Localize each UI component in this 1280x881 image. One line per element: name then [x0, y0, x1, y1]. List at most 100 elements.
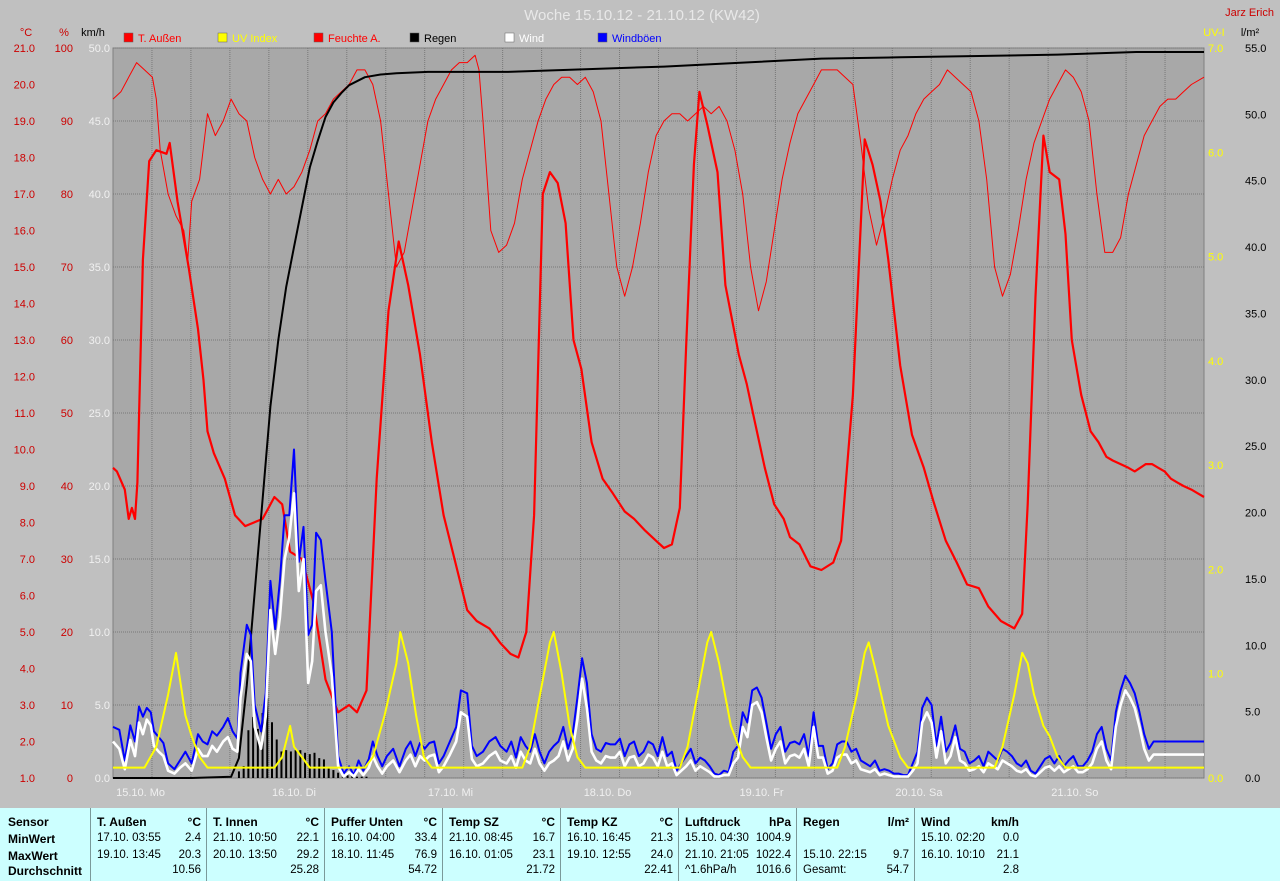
stats-cell-time: 16.10. 01:05 — [449, 849, 513, 861]
wind-tick-label: 5.0 — [95, 700, 110, 712]
stats-column: Regen l/m² 15.10. 22:15 9.7 Gesamt: 54.7 — [796, 808, 915, 881]
weather-chart: 21.0 20.0 19.0 18.0 17.0 16.0 15.0 14.0 13.0 12.0… — [0, 0, 1280, 808]
wind-tick-label: 45.0 — [89, 116, 110, 128]
temp-tick-label: 4.0 — [20, 664, 35, 676]
chart-title: Woche 15.10.12 - 21.10.12 (KW42) — [524, 7, 760, 24]
humidity-tick-label: 40 — [61, 481, 73, 493]
stats-column-unit: °C — [423, 815, 437, 829]
temp-tick-label: 20.0 — [14, 80, 35, 92]
uv-tick-label: 2.0 — [1208, 564, 1223, 576]
legend-label: Windböen — [612, 33, 662, 45]
wind-tick-label: 40.0 — [89, 189, 110, 201]
rain-tick-label: 30.0 — [1245, 375, 1266, 387]
temp-tick-label: 10.0 — [14, 445, 35, 457]
legend-swatch — [313, 32, 324, 43]
stats-cell-value: 24.0 — [650, 849, 673, 861]
stats-column-header: Temp KZ — [567, 815, 618, 829]
row-label-max: MaxWert — [8, 849, 58, 863]
humidity-tick-label: 50 — [61, 408, 73, 420]
wind-tick-label: 15.0 — [89, 554, 110, 566]
legend-label: Wind — [519, 33, 544, 45]
uv-axis-unit: UV-I — [1203, 27, 1224, 39]
temp-tick-label: 2.0 — [20, 737, 35, 749]
x-tick-label: 17.10. Mi — [428, 787, 473, 799]
stats-cell-value: 22.1 — [296, 832, 319, 844]
stats-column-header: T. Innen — [213, 815, 258, 829]
stats-cell-value: 21.1 — [996, 849, 1019, 861]
x-tick-label: 19.10. Fr — [740, 787, 784, 799]
rain-tick-label: 15.0 — [1245, 574, 1266, 586]
uv-tick-label: 4.0 — [1208, 356, 1223, 368]
stats-cell-value: 0.0 — [1003, 832, 1019, 844]
stats-cell-value: 54.72 — [408, 864, 437, 876]
humidity-tick-label: 100 — [55, 43, 73, 55]
stats-cell-value: 2.4 — [185, 832, 201, 844]
row-label-avg: Durchschnitt — [8, 864, 83, 878]
temp-tick-label: 1.0 — [20, 773, 35, 785]
stats-cell-value: 1022.4 — [755, 849, 791, 861]
stats-cell-value: 33.4 — [414, 832, 437, 844]
stats-cell-time: 15.10. 02:20 — [921, 832, 985, 844]
temp-tick-label: 21.0 — [14, 43, 35, 55]
legend-label: Regen — [424, 33, 456, 45]
legend-swatch — [217, 32, 228, 43]
stats-column-header: Regen — [803, 815, 840, 829]
temp-tick-label: 17.0 — [14, 189, 35, 201]
rain-tick-label: 55.0 — [1245, 43, 1266, 55]
temp-tick-label: 5.0 — [20, 627, 35, 639]
stats-cell-value: 16.7 — [532, 832, 555, 844]
stats-cell-time: ^1.6hPa/h — [685, 864, 737, 876]
stats-cell-value: 76.9 — [414, 849, 437, 861]
stats-cell-value: 20.3 — [178, 849, 201, 861]
wind-tick-label: 10.0 — [89, 627, 110, 639]
stats-cell-time: 20.10. 13:50 — [213, 849, 277, 861]
stats-column: Temp KZ °C 16.10. 16:45 21.3 19.10. 12:55 24.… — [560, 808, 679, 881]
rain-tick-label: 20.0 — [1245, 508, 1266, 520]
wind-tick-label: 20.0 — [89, 481, 110, 493]
humidity-tick-label: 0 — [67, 773, 73, 785]
temp-tick-label: 6.0 — [20, 591, 35, 603]
rain-tick-label: 50.0 — [1245, 109, 1266, 121]
stats-cell-time: 16.10. 04:00 — [331, 832, 395, 844]
temp-tick-label: 7.0 — [20, 554, 35, 566]
wind-axis-unit: km/h — [81, 27, 105, 39]
stats-cell-value: 10.56 — [172, 864, 201, 876]
stats-cell-value: 2.8 — [1003, 864, 1019, 876]
legend-swatch — [504, 32, 515, 43]
legend-label: UV Index — [232, 33, 278, 45]
stats-cell-time: 15.10. 04:30 — [685, 832, 749, 844]
temp-tick-label: 11.0 — [14, 408, 35, 420]
humidity-tick-label: 10 — [61, 700, 73, 712]
stats-cell-value: 21.3 — [650, 832, 673, 844]
temp-tick-label: 15.0 — [14, 262, 35, 274]
humidity-tick-label: 30 — [61, 554, 73, 566]
wind-tick-label: 35.0 — [89, 262, 110, 274]
stats-column-header: Luftdruck — [685, 815, 741, 829]
uv-tick-label: 5.0 — [1208, 252, 1223, 264]
humidity-tick-label: 90 — [61, 116, 73, 128]
stats-cell-time: 21.10. 21:05 — [685, 849, 749, 861]
rain-tick-label: 25.0 — [1245, 441, 1266, 453]
temp-tick-label: 8.0 — [20, 518, 35, 530]
stats-panel: Sensor MinWert MaxWert Durchschnitt T. A… — [0, 808, 1280, 881]
stats-cell-time: 15.10. 22:15 — [803, 849, 867, 861]
stats-cell-value: 1016.6 — [755, 864, 791, 876]
x-tick-label: 21.10. So — [1051, 787, 1098, 799]
temp-axis-unit: °C — [20, 27, 32, 39]
stats-column: Wind km/h 15.10. 02:20 0.0 16.10. 10:10 21.1 2… — [914, 808, 1025, 881]
stats-column: T. Außen °C 17.10. 03:55 2.4 19.10. 13:45 20.… — [90, 808, 207, 881]
row-label-min: MinWert — [8, 832, 56, 846]
temp-tick-label: 9.0 — [20, 481, 35, 493]
rain-axis-unit: l/m² — [1241, 27, 1260, 39]
uv-tick-label: 1.0 — [1208, 669, 1223, 681]
stats-column-header: T. Außen — [97, 815, 147, 829]
uv-tick-label: 6.0 — [1208, 147, 1223, 159]
temp-tick-label: 12.0 — [14, 372, 35, 384]
stats-cell-time: 17.10. 03:55 — [97, 832, 161, 844]
stats-cell-value: 21.72 — [526, 864, 555, 876]
humidity-tick-label: 70 — [61, 262, 73, 274]
rain-tick-label: 0.0 — [1245, 773, 1260, 785]
rain-tick-label: 45.0 — [1245, 176, 1266, 188]
temp-tick-label: 3.0 — [20, 700, 35, 712]
stats-cell-value: 22.41 — [644, 864, 673, 876]
